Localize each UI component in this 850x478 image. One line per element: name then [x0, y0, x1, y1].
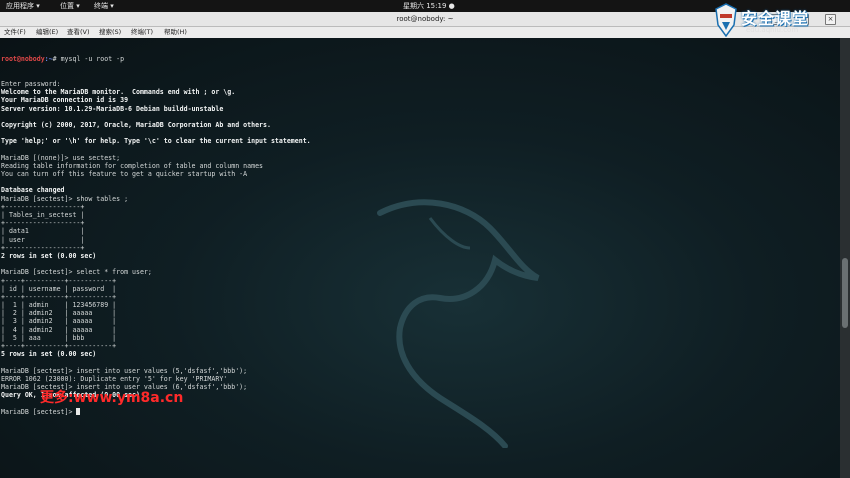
terminal-line: +----+----------+-----------+ — [1, 276, 117, 285]
terminal-scrollbar[interactable] — [840, 38, 850, 478]
terminal-line: Welcome to the MariaDB monitor. Commands… — [1, 88, 236, 97]
terminal-line: Enter password: — [1, 80, 61, 88]
current-prompt: MariaDB [sectest]> — [1, 407, 77, 416]
terminal-line: MariaDB [sectest]> show tables ; — [1, 194, 129, 203]
terminal-line: You can turn off this feature to get a q… — [1, 170, 248, 179]
helmet-logo-icon — [715, 3, 737, 37]
terminal-line: | 2 | admin2 | aaaaa | — [1, 309, 117, 318]
text-cursor — [76, 407, 81, 415]
terminal-view[interactable]: root@nobody:~# mysql -u root -p Enter pa… — [0, 38, 840, 478]
menu-item[interactable]: 帮助(H) — [164, 27, 187, 38]
terminal-line: | Tables_in_sectest | — [1, 211, 85, 219]
kali-dragon-watermark-icon — [377, 199, 540, 448]
terminal-line: MariaDB [(none)]> use sectest; — [1, 153, 121, 162]
clock[interactable]: 星期六 15:19 ● — [403, 0, 455, 12]
terminal-output: root@nobody:~# mysql -u root -p Enter pa… — [1, 39, 311, 416]
terminal-app-menu[interactable]: 终端 ▾ — [94, 0, 114, 12]
terminal-line: +-------------------+ — [1, 219, 85, 228]
terminal-line: | 3 | admin2 | aaaaa | — [1, 317, 117, 326]
menu-item[interactable]: 搜索(S) — [99, 27, 121, 38]
terminal-line: | data1 | — [1, 227, 85, 236]
terminal-line: Type 'help;' or '\h' for help. Type '\c'… — [1, 137, 311, 146]
brand-logo: 安全课堂 edu.aqniu.com — [713, 2, 850, 38]
applications-menu[interactable]: 应用程序 ▾ — [6, 0, 40, 12]
watermark-text: 更多:www.ym8a.cn — [40, 390, 184, 406]
prompt-path: :~ — [44, 55, 53, 64]
current-prompt-line[interactable]: MariaDB [sectest]> — [1, 407, 311, 416]
menu-item[interactable]: 文件(F) — [4, 27, 26, 38]
terminal-line: | 4 | admin2 | aaaaa | — [1, 325, 117, 334]
first-command-line: root@nobody:~# mysql -u root -p — [1, 55, 311, 63]
terminal-line: Server version: 10.1.29-MariaDB-6 Debian… — [1, 104, 224, 113]
terminal-line: Your MariaDB connection id is 39 — [1, 96, 129, 105]
menu-item[interactable]: 终端(T) — [131, 27, 153, 38]
menu-item[interactable]: 编辑(E) — [36, 27, 58, 38]
terminal-line: +----+----------+-----------+ — [1, 292, 117, 301]
terminal-line: | 1 | admin | 123456789 | — [1, 301, 117, 310]
terminal-line: Reading table information for completion… — [1, 161, 264, 170]
first-command: # mysql -u root -p — [52, 55, 125, 64]
scrollbar-thumb[interactable] — [842, 258, 848, 328]
terminal-line: +----+----------+-----------+ — [1, 342, 117, 350]
terminal-line: Copyright (c) 2000, 2017, Oracle, MariaD… — [1, 120, 271, 129]
terminal-line: Database changed — [1, 186, 65, 195]
prompt-user: root@nobody — [1, 55, 45, 64]
terminal-line: | 5 | aaa | bbb | — [1, 333, 117, 342]
terminal-line: MariaDB [sectest]> insert into user valu… — [1, 366, 248, 375]
terminal-line: | user | — [1, 235, 85, 244]
brand-domain: edu.aqniu.com — [746, 26, 799, 34]
places-menu[interactable]: 位置 ▾ — [60, 0, 80, 12]
terminal-line: MariaDB [sectest]> select * from user; — [1, 268, 152, 277]
terminal-line: 2 rows in set (0.00 sec) — [1, 251, 97, 260]
menu-item[interactable]: 查看(V) — [67, 27, 90, 38]
terminal-line: +-------------------+ — [1, 202, 85, 211]
terminal-line: ERROR 1062 (23000): Duplicate entry '5' … — [1, 374, 228, 383]
terminal-line: +-------------------+ — [1, 243, 85, 252]
terminal-line: 5 rows in set (0.00 sec) — [1, 350, 97, 359]
terminal-line: | id | username | password | — [1, 284, 117, 293]
